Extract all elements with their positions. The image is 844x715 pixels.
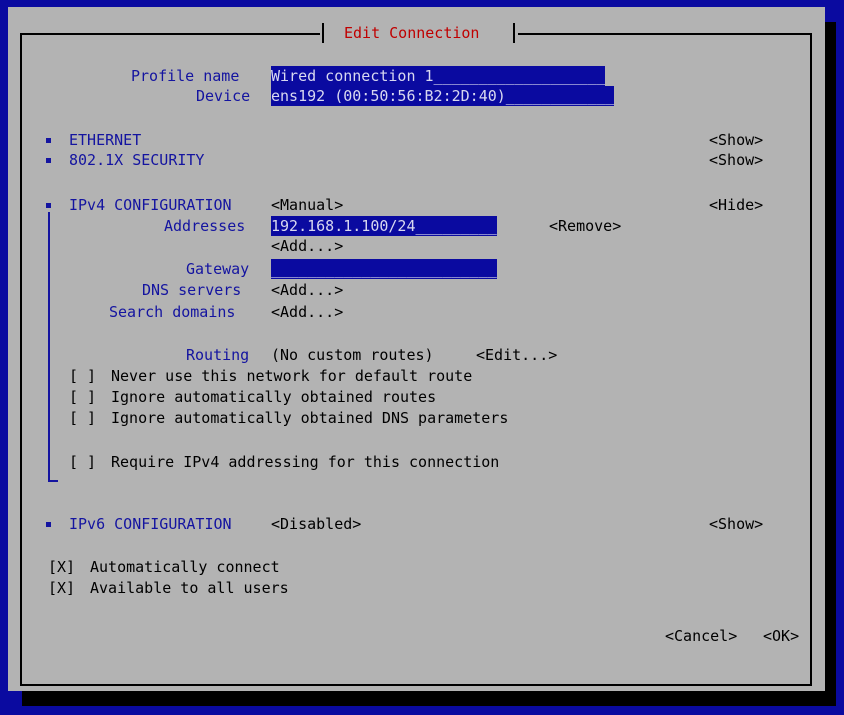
checkbox-label: Ignore automatically obtained DNS parame… bbox=[111, 409, 509, 427]
checkbox-label: Ignore automatically obtained routes bbox=[111, 388, 437, 406]
section-8021x-security: 802.1X SECURITY bbox=[69, 151, 205, 169]
frame-border bbox=[810, 33, 812, 686]
device-field[interactable]: ens192 (00:50:56:B2:2D:40)____________ bbox=[271, 86, 615, 106]
search-domains-label: Search domains bbox=[109, 303, 236, 321]
ipv6-mode-dropdown[interactable]: <Disabled> bbox=[271, 514, 361, 534]
routing-label: Routing bbox=[186, 346, 250, 364]
routing-value: (No custom routes) bbox=[271, 346, 434, 364]
checkbox[interactable]: [X] bbox=[48, 557, 75, 577]
checkbox[interactable]: [ ] bbox=[69, 408, 96, 428]
security-show-button[interactable]: <Show> bbox=[709, 150, 763, 170]
checkbox-label: Require IPv4 addressing for this connect… bbox=[111, 453, 500, 471]
section-ethernet: ETHERNET bbox=[69, 131, 142, 149]
available-all-users-label: Available to all users bbox=[90, 579, 289, 597]
frame-border bbox=[518, 33, 810, 35]
dialog-shadow bbox=[825, 22, 836, 706]
bullet-icon bbox=[46, 203, 51, 208]
routing-edit-button[interactable]: <Edit...> bbox=[476, 345, 557, 365]
add-search-domain-button[interactable]: <Add...> bbox=[271, 302, 343, 322]
gateway-label: Gateway bbox=[186, 260, 250, 278]
bullet-icon bbox=[46, 158, 51, 163]
bullet-icon bbox=[46, 522, 51, 527]
remove-address-button[interactable]: <Remove> bbox=[549, 216, 621, 236]
ipv4-hide-button[interactable]: <Hide> bbox=[709, 195, 763, 215]
section-ipv4: IPv4 CONFIGURATION bbox=[69, 196, 232, 214]
frame-border bbox=[20, 33, 22, 686]
add-address-button[interactable]: <Add...> bbox=[271, 236, 343, 256]
dialog-title: Edit Connection bbox=[344, 24, 480, 42]
title-divider bbox=[513, 23, 515, 43]
checkbox[interactable]: [ ] bbox=[69, 366, 96, 386]
gateway-field[interactable]: _________________________ bbox=[271, 259, 497, 279]
checkbox[interactable]: [ ] bbox=[69, 387, 96, 407]
frame-border bbox=[20, 684, 812, 686]
profile-name-field[interactable]: Wired connection 1___________________ bbox=[271, 66, 606, 86]
profile-name-label: Profile name bbox=[131, 67, 240, 85]
add-dns-button[interactable]: <Add...> bbox=[271, 280, 343, 300]
dialog-shadow bbox=[22, 691, 836, 706]
title-bar: Edit Connection bbox=[318, 23, 520, 43]
device-label: Device bbox=[196, 87, 251, 105]
ethernet-show-button[interactable]: <Show> bbox=[709, 130, 763, 150]
frame-border bbox=[20, 33, 320, 35]
dns-servers-label: DNS servers bbox=[142, 281, 242, 299]
addresses-label: Addresses bbox=[164, 217, 246, 235]
checkbox-label: Never use this network for default route bbox=[111, 367, 473, 385]
ok-button[interactable]: <OK> bbox=[763, 626, 799, 646]
ipv6-show-button[interactable]: <Show> bbox=[709, 514, 763, 534]
bullet-icon bbox=[46, 138, 51, 143]
auto-connect-label: Automatically connect bbox=[90, 558, 280, 576]
cancel-button[interactable]: <Cancel> bbox=[665, 626, 737, 646]
ipv4-group-bar bbox=[48, 212, 50, 482]
address-field[interactable]: 192.168.1.100/24_________ bbox=[271, 216, 497, 236]
ipv4-mode-dropdown[interactable]: <Manual> bbox=[271, 195, 343, 215]
section-ipv6: IPv6 CONFIGURATION bbox=[69, 515, 232, 533]
ipv4-group-bar bbox=[48, 480, 58, 482]
checkbox[interactable]: [X] bbox=[48, 578, 75, 598]
title-divider bbox=[322, 23, 324, 43]
checkbox[interactable]: [ ] bbox=[69, 452, 96, 472]
